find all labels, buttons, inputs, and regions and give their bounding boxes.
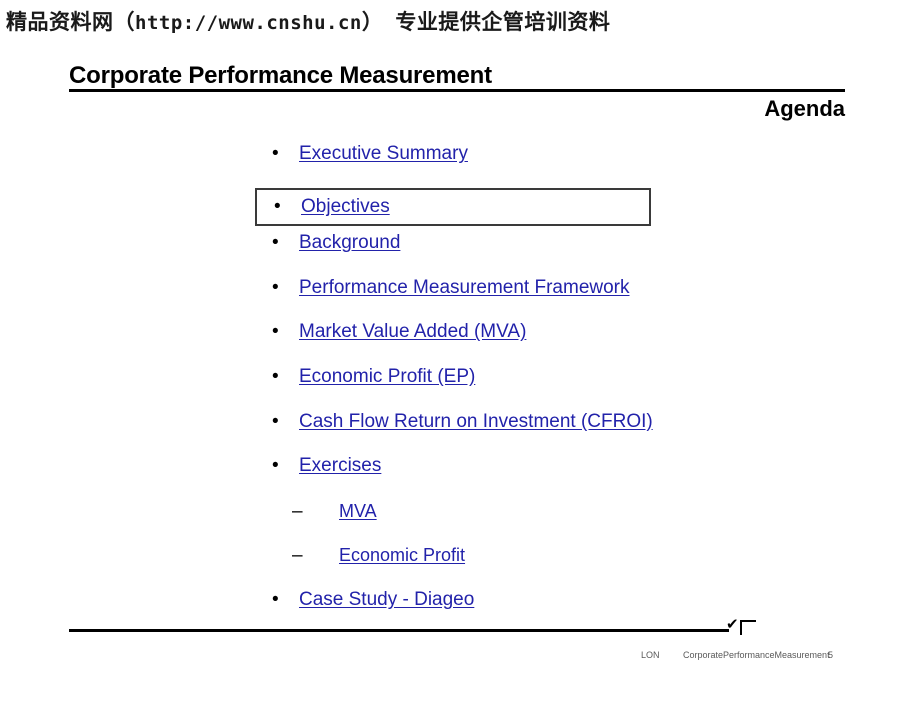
page-title: Corporate Performance Measurement	[69, 62, 492, 89]
checkmark-icon: ✔	[726, 616, 739, 633]
bullet-icon: •	[272, 365, 279, 387]
agenda-link[interactable]: Exercises	[299, 455, 381, 476]
watermark-banner: 精品资料网（http://www.cnshu.cn） 专业提供企管培训资料	[6, 6, 906, 40]
watermark-site: 精品资料网	[6, 10, 114, 34]
agenda-link[interactable]: Market Value Added (MVA)	[299, 321, 526, 342]
title-divider	[69, 89, 845, 92]
bullet-icon: •	[274, 195, 281, 217]
bullet-icon: •	[272, 232, 279, 254]
list-item[interactable]: • Performance Measurement Framework	[255, 274, 855, 319]
bullet-icon: •	[272, 321, 279, 343]
agenda-link[interactable]: MVA	[339, 501, 377, 521]
bullet-icon: •	[272, 410, 279, 432]
list-item-sub[interactable]: – Economic Profit	[255, 541, 855, 586]
list-item-selected[interactable]: • Objectives	[255, 187, 651, 226]
list-item[interactable]: • Case Study - Diageo	[255, 586, 855, 631]
corner-crop-mark-icon	[740, 620, 756, 635]
dash-icon: –	[292, 545, 303, 567]
agenda-link[interactable]: Objectives	[301, 196, 390, 217]
agenda-link[interactable]: Economic Profit (EP)	[299, 366, 475, 387]
agenda-link[interactable]: Background	[299, 232, 400, 253]
footer-office: LON	[641, 650, 660, 660]
bullet-icon: •	[272, 455, 279, 477]
bullet-icon: •	[272, 276, 279, 298]
list-item-sub[interactable]: – MVA	[255, 497, 855, 542]
list-item[interactable]: • Cash Flow Return on Investment (CFROI)	[255, 408, 855, 453]
watermark-close-paren: ）	[361, 10, 384, 34]
bullet-icon: •	[272, 588, 279, 610]
list-item[interactable]: • Market Value Added (MVA)	[255, 318, 855, 363]
agenda-link[interactable]: Economic Profit	[339, 545, 465, 565]
footer-document-name: CorporatePerformanceMeasurement	[683, 650, 830, 660]
agenda-link[interactable]: Performance Measurement Framework	[299, 277, 630, 298]
list-item[interactable]: • Executive Summary	[255, 140, 855, 185]
list-item[interactable]: • Economic Profit (EP)	[255, 363, 855, 408]
bullet-icon: •	[272, 143, 279, 164]
agenda-link[interactable]: Case Study - Diageo	[299, 589, 474, 610]
footer-page-number: 5	[828, 650, 834, 660]
agenda-link[interactable]: Cash Flow Return on Investment (CFROI)	[299, 411, 653, 432]
watermark-url: http://www.cnshu.cn	[135, 12, 362, 34]
dash-icon: –	[292, 500, 303, 522]
agenda-link[interactable]: Executive Summary	[299, 143, 468, 164]
footer-divider	[69, 629, 729, 632]
section-label: Agenda	[764, 96, 845, 121]
list-item[interactable]: • Background	[255, 229, 855, 274]
list-item[interactable]: • Exercises	[255, 452, 855, 497]
watermark-open-paren: （	[113, 10, 135, 34]
agenda-list: • Executive Summary • Objectives • Backgrou…	[255, 140, 855, 631]
watermark-tagline: 专业提供企管培训资料	[395, 10, 611, 34]
